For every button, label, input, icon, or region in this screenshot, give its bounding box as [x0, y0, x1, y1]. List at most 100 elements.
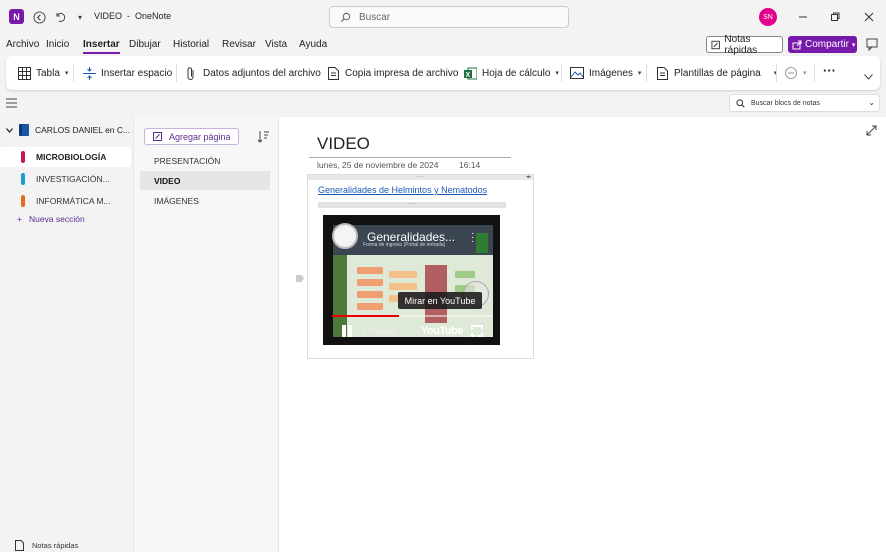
menu-insertar[interactable]: Insertar [83, 39, 120, 54]
insert-space-button[interactable]: Insertar espacio [82, 65, 172, 81]
section-informatica[interactable]: INFORMÁTICA M... [0, 191, 131, 211]
add-page-button[interactable]: Agregar página [144, 128, 239, 145]
search-input[interactable]: Buscar [329, 6, 569, 28]
more-button[interactable]: ··· [823, 62, 836, 78]
section-label: INFORMÁTICA M... [36, 196, 111, 206]
paragraph-handle[interactable] [296, 275, 304, 282]
section-color-tab [21, 151, 25, 163]
video-chapter[interactable]: • Formas ... [363, 327, 404, 336]
page-list-panel: Agregar página PRESENTACIÓN VIDEO IMÁGEN… [133, 117, 277, 552]
feedback-icon[interactable] [864, 36, 880, 52]
plus-icon: + [17, 214, 22, 224]
search-icon [736, 98, 745, 108]
section-label: INVESTIGACIÓN... [36, 174, 110, 184]
notebook-search-input[interactable]: Buscar blocs de notas ⌄ [729, 94, 880, 112]
section-microbiologia[interactable]: MICROBIOLOGÍA [0, 147, 131, 167]
spreadsheet-label: Hoja de cálculo [482, 67, 551, 79]
page-item-video[interactable]: VIDEO [140, 171, 270, 190]
menu-dibujar[interactable]: Dibujar [129, 39, 161, 50]
hamburger-menu-icon[interactable] [6, 98, 18, 110]
page-item-imagenes[interactable]: IMÁGENES [140, 191, 270, 210]
video-progress-bar[interactable] [332, 315, 492, 317]
quick-notes-button[interactable]: Notas rápidas [706, 33, 783, 56]
expand-icon[interactable] [866, 125, 878, 137]
avatar[interactable]: SN [759, 8, 777, 26]
sort-icon[interactable] [257, 130, 269, 143]
page-item-presentacion[interactable]: PRESENTACIÓN [140, 151, 270, 170]
table-button[interactable]: Tabla ▾ [17, 65, 68, 81]
comment-icon [784, 66, 798, 80]
ribbon: Tabla ▾ Insertar espacio Datos adjuntos … [6, 56, 880, 90]
fullscreen-icon[interactable] [471, 325, 483, 337]
youtube-logo[interactable]: YouTube [421, 325, 463, 337]
quick-notes-label: Notas rápidas [32, 541, 79, 550]
spreadsheet-button[interactable]: X Hoja de cálculo ▾ [463, 65, 559, 81]
search-placeholder: Buscar [359, 11, 391, 23]
notebook-icon [19, 124, 29, 136]
video-more-icon[interactable]: · · · [471, 229, 474, 247]
menu-historial[interactable]: Historial [173, 39, 209, 50]
quick-notes-icon [15, 540, 24, 551]
back-icon[interactable] [30, 8, 48, 26]
video-link[interactable]: Generalidades de Helmintos y Nematodos [318, 185, 487, 195]
section-label: MICROBIOLOGÍA [36, 152, 107, 162]
quick-notes-link[interactable]: Notas rápidas [15, 540, 78, 551]
resize-arrows-icon[interactable]: ◂▸ [526, 175, 531, 180]
images-label: Imágenes [589, 67, 633, 79]
page-templates-label: Plantillas de página [674, 67, 761, 79]
section-color-tab [21, 173, 25, 185]
youtube-video-embed[interactable]: Generalidades... Forma de ingreso (Porta… [323, 215, 500, 345]
watch-on-youtube-tooltip[interactable]: Mirar en YouTube [398, 292, 482, 309]
pause-icon[interactable] [341, 325, 353, 337]
page-date: lunes, 25 de noviembre de 2024 [317, 160, 439, 170]
comment-button[interactable]: ▾ [784, 65, 807, 81]
title-underline [309, 157, 511, 158]
chevron-down-icon: ▾ [637, 70, 642, 77]
share-button[interactable]: Compartir ▾ [788, 36, 857, 53]
section-investigacion[interactable]: INVESTIGACIÓN... [0, 169, 131, 189]
menu-vista[interactable]: Vista [265, 39, 287, 50]
window-title: VIDEO - OneNote [94, 11, 172, 21]
new-section-label: Nueva sección [28, 214, 85, 224]
template-icon [655, 66, 669, 80]
page-templates-button[interactable]: Plantillas de página ▾ [655, 65, 777, 81]
excel-icon: X [463, 66, 477, 80]
inner-drag-bar[interactable]: ···· [318, 201, 506, 208]
menu-ayuda[interactable]: Ayuda [299, 39, 327, 50]
paperclip-icon [184, 66, 198, 80]
customize-toolbar-icon[interactable]: ▾ [71, 8, 89, 26]
channel-logo-icon[interactable] [332, 223, 358, 249]
video-controls: • Formas ... YouTube [323, 319, 500, 345]
video-subtitle: Forma de ingreso (Portal de entrada) [363, 242, 446, 248]
menu-inicio[interactable]: Inicio [46, 39, 69, 50]
document-icon [326, 66, 340, 80]
notebook-name: CARLOS DANIEL en C... [35, 125, 131, 135]
expand-ribbon-icon[interactable] [864, 69, 873, 85]
share-label: Compartir [805, 39, 849, 50]
chevron-down-icon[interactable]: ⌄ [868, 98, 875, 107]
menu-archivo[interactable]: Archivo [6, 39, 39, 50]
new-section-button[interactable]: + Nueva sección [17, 214, 85, 224]
page-time: 16:14 [459, 160, 481, 170]
note-container[interactable]: ···· ◂▸ Generalidades de Helmintos y Nema… [307, 174, 534, 359]
undo-icon[interactable] [51, 8, 69, 26]
quick-notes-label: Notas rápidas [724, 33, 758, 56]
close-button[interactable] [861, 9, 877, 25]
images-button[interactable]: Imágenes ▾ [570, 65, 641, 81]
restore-button[interactable] [827, 9, 843, 25]
chevron-down-icon [6, 127, 13, 133]
menu-revisar[interactable]: Revisar [222, 39, 256, 50]
attachment-button[interactable]: Datos adjuntos del archivo [184, 65, 321, 81]
insert-space-icon [82, 66, 96, 80]
minimize-button[interactable] [795, 9, 811, 25]
page-canvas[interactable]: VIDEO lunes, 25 de noviembre de 2024 16:… [278, 117, 886, 552]
container-drag-bar[interactable]: ···· ◂▸ [308, 174, 533, 180]
chevron-down-icon: ▾ [851, 41, 856, 49]
table-icon [17, 66, 31, 80]
notebook-selector[interactable]: CARLOS DANIEL en C... [6, 124, 130, 136]
notebook-panel: CARLOS DANIEL en C... MICROBIOLOGÍA INVE… [0, 117, 133, 552]
printout-button[interactable]: Copia impresa de archivo [326, 65, 458, 81]
page-title[interactable]: VIDEO [317, 134, 370, 154]
image-icon [570, 66, 584, 80]
note-edit-icon [711, 40, 720, 49]
